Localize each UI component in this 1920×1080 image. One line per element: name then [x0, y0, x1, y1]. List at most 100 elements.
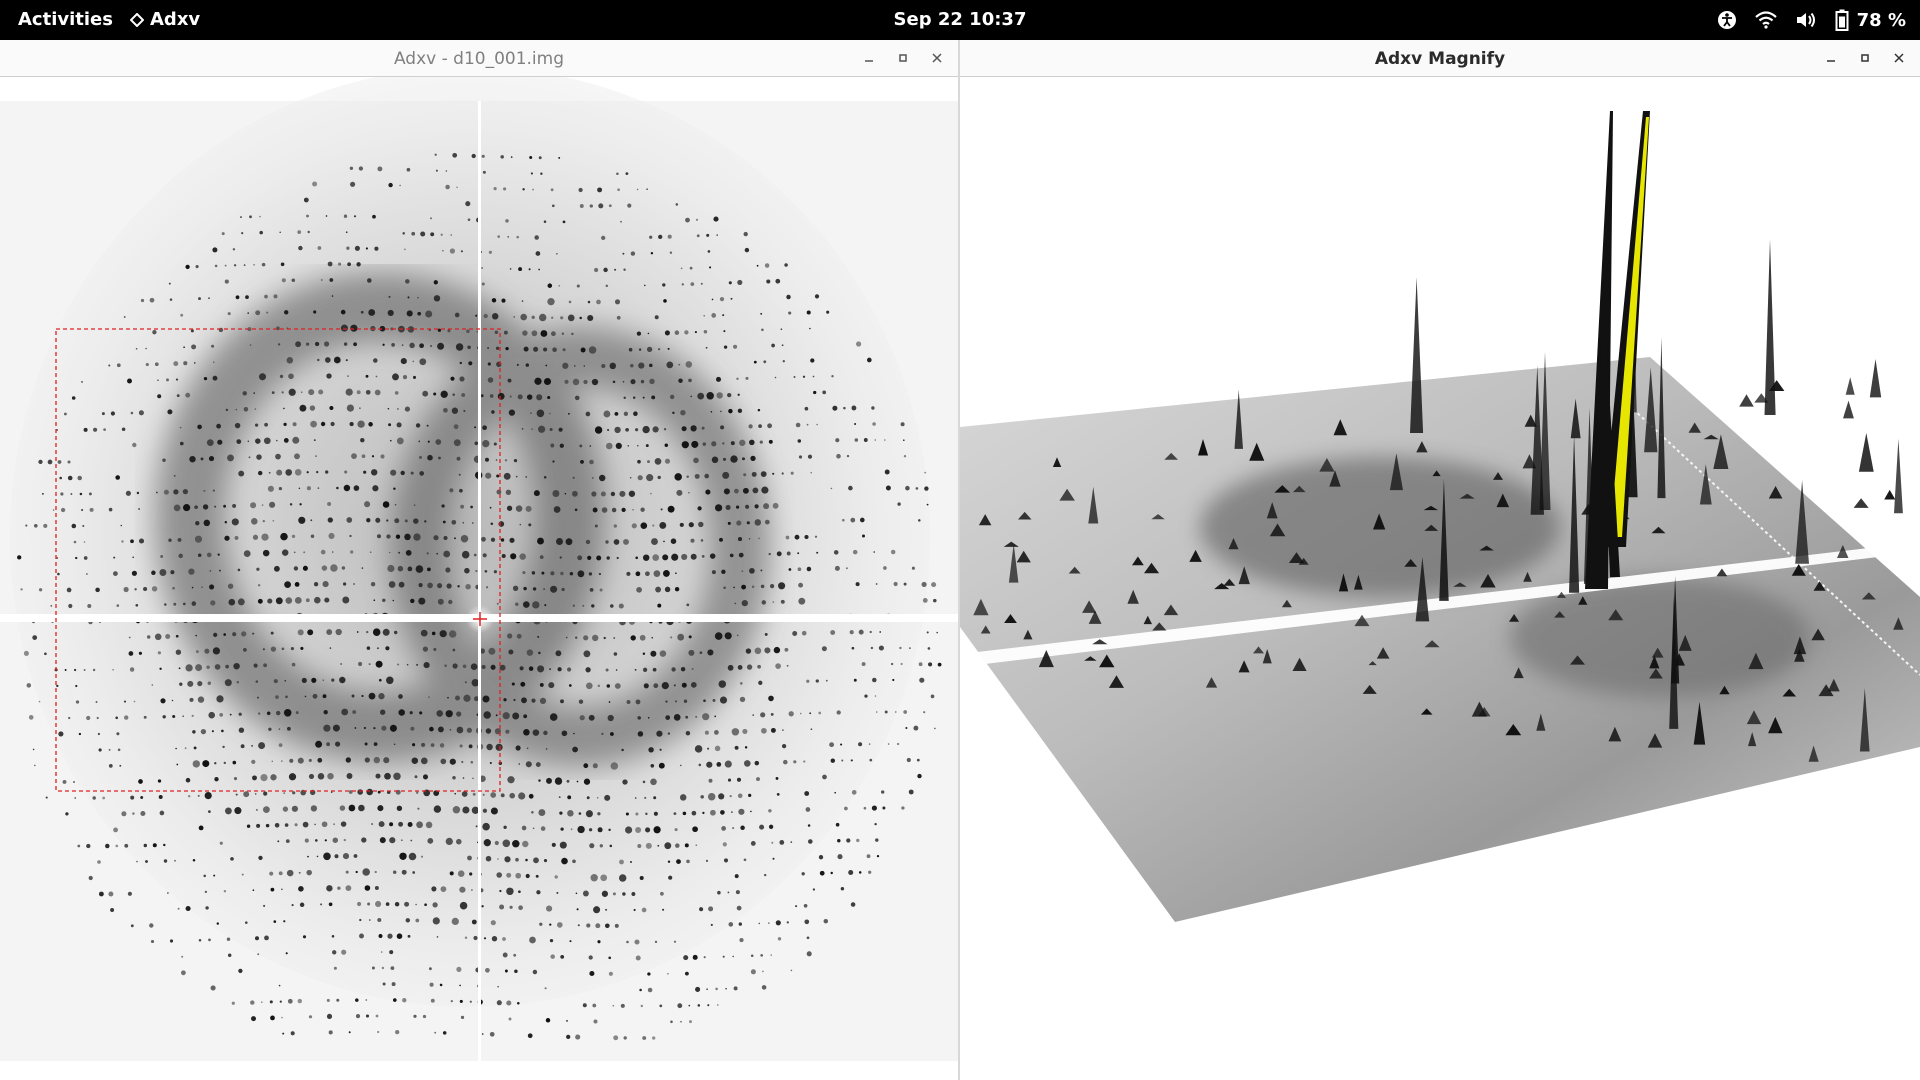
diffraction-spot	[848, 869, 854, 876]
diffraction-spot	[480, 394, 484, 398]
maximize-button[interactable]	[890, 46, 916, 70]
diffraction-spot	[165, 634, 171, 639]
diffraction-spot	[376, 534, 382, 539]
diffraction-spot	[742, 457, 745, 461]
diffraction-spot	[585, 810, 593, 818]
diffraction-spot	[567, 314, 575, 322]
diffraction-spot	[224, 264, 227, 267]
diffraction-spot	[900, 662, 903, 666]
diffraction-spot	[649, 378, 655, 385]
diffraction-spot	[255, 438, 261, 444]
diffraction-spot	[324, 839, 327, 842]
diffraction-spot	[559, 556, 562, 559]
surface-plot-canvas[interactable]	[960, 77, 1920, 1080]
diffraction-spot	[768, 824, 774, 829]
diffraction-spot	[721, 826, 726, 831]
diffraction-spot	[659, 650, 667, 657]
activities-button[interactable]: Activities	[18, 9, 113, 30]
maximize-button[interactable]	[1852, 46, 1878, 70]
diffraction-spot	[566, 1019, 568, 1022]
wifi-icon[interactable]	[1754, 11, 1777, 29]
diffraction-spot	[474, 441, 479, 446]
diffraction-spot	[135, 603, 139, 607]
diffraction-spot	[443, 550, 451, 558]
diffraction-spot	[143, 715, 147, 719]
clock[interactable]: Sep 22 10:37	[894, 9, 1027, 30]
diffraction-spot	[810, 358, 815, 363]
diffraction-spot	[587, 300, 591, 304]
close-button[interactable]	[1886, 46, 1912, 70]
diffraction-spot	[156, 491, 158, 494]
diffraction-spot	[513, 316, 516, 318]
diffraction-spot	[845, 567, 848, 570]
diffraction-spot	[642, 396, 645, 399]
diffraction-spot	[266, 311, 269, 314]
surface-plot[interactable]	[960, 77, 1920, 1080]
diffraction-spot	[764, 647, 771, 654]
diffraction-spot	[585, 667, 591, 673]
diffraction-spot	[468, 744, 473, 749]
diffraction-spot	[613, 524, 617, 528]
diffraction-spot	[651, 636, 654, 639]
diffraction-spot	[283, 422, 287, 427]
accessibility-icon[interactable]	[1717, 10, 1737, 30]
diffraction-spot	[672, 411, 675, 415]
diffraction-spot	[217, 439, 223, 445]
diffraction-spot	[66, 587, 72, 593]
minimize-button[interactable]	[1818, 46, 1844, 70]
diffraction-spot	[533, 857, 539, 864]
diffraction-spot	[132, 442, 137, 448]
diffraction-spot	[798, 597, 806, 605]
adxv-main-window[interactable]: Adxv - d10_001.img	[0, 40, 960, 1080]
diffraction-spot	[223, 504, 227, 508]
diffraction-spot	[243, 407, 249, 412]
diffraction-spot	[556, 891, 559, 894]
adxv-magnify-window[interactable]: Adxv Magnify	[960, 40, 1920, 1080]
battery-icon[interactable]	[1835, 9, 1849, 31]
diffraction-spot	[166, 378, 169, 382]
diffraction-spot	[736, 905, 742, 911]
system-tray[interactable]: 78 %	[1699, 7, 1906, 33]
diffraction-spot	[560, 699, 564, 704]
window-titlebar[interactable]: Adxv - d10_001.img	[0, 40, 958, 77]
diffraction-spot	[331, 678, 335, 682]
diffraction-spot	[635, 571, 641, 577]
diffraction-spot	[518, 890, 521, 894]
diffraction-spot	[357, 789, 364, 795]
diffraction-spot	[88, 875, 93, 881]
diffraction-spot	[843, 406, 846, 410]
diffraction-spot	[77, 475, 82, 481]
diffraction-spot	[751, 471, 757, 477]
window-titlebar[interactable]: Adxv Magnify	[960, 40, 1920, 77]
volume-icon[interactable]	[1795, 10, 1817, 30]
diffraction-spot	[151, 586, 158, 592]
diffraction-spot	[635, 428, 639, 432]
diffraction-spot	[737, 665, 743, 670]
diffraction-spot	[266, 711, 271, 716]
diffraction-spot	[554, 777, 563, 785]
diffraction-spot	[340, 821, 347, 827]
diffraction-spot	[596, 299, 601, 305]
diffraction-image-canvas[interactable]	[0, 77, 958, 1080]
diffraction-spot	[377, 917, 382, 923]
diffraction-spot	[556, 252, 558, 255]
diffraction-spot	[716, 234, 718, 236]
diffraction-spot	[207, 681, 212, 685]
diffraction-spot	[249, 344, 252, 346]
diffraction-spot	[745, 376, 749, 380]
diffraction-spot	[393, 743, 396, 746]
close-button[interactable]	[924, 46, 950, 70]
diffraction-spot	[760, 584, 765, 589]
minimize-button[interactable]	[856, 46, 882, 70]
diffraction-spot	[124, 843, 129, 848]
diffraction-spot	[842, 518, 845, 522]
diffraction-image[interactable]	[0, 77, 958, 1080]
diffraction-spot	[720, 425, 725, 430]
diffraction-spot	[136, 491, 140, 495]
diffraction-spot	[398, 581, 405, 588]
diffraction-spot	[108, 764, 113, 768]
diffraction-spot	[483, 937, 487, 940]
diffraction-spot	[597, 684, 601, 688]
diffraction-spot	[744, 746, 748, 749]
app-menu[interactable]: Adxv	[130, 9, 200, 30]
